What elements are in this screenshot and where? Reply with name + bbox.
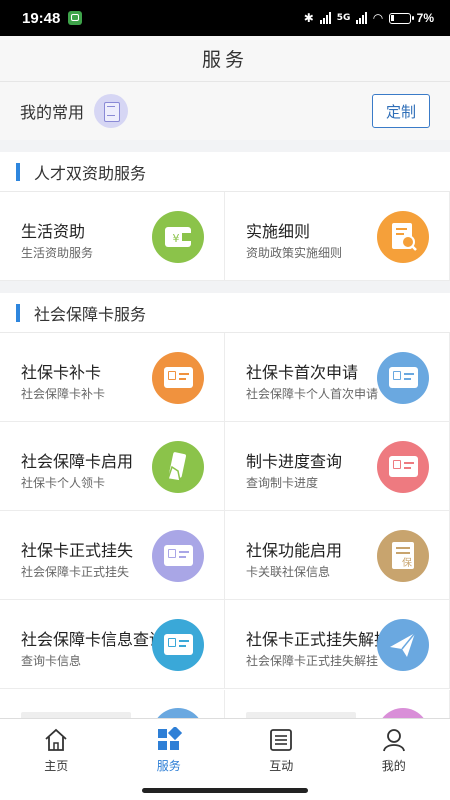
wallet-yen-icon: ¥ xyxy=(152,211,204,263)
wifi-icon: ◠ xyxy=(373,11,383,25)
home-icon xyxy=(43,727,69,753)
nav-label: 互动 xyxy=(269,759,294,773)
service-title: 社保功能启用 xyxy=(246,541,343,560)
card-hand-icon xyxy=(152,441,204,493)
svg-text:¥: ¥ xyxy=(173,232,180,245)
signal-icon-2 xyxy=(356,12,368,24)
card-progress-icon xyxy=(377,441,429,493)
service-subtitle: 生活资助服务 xyxy=(21,246,94,260)
nav-home[interactable]: 主页 xyxy=(0,719,113,782)
card-pen-icon xyxy=(377,352,429,404)
service-card-activate[interactable]: 社会保障卡启用 社保卡个人领卡 xyxy=(0,422,225,511)
card-phone-icon xyxy=(152,530,204,582)
status-time: 19:48 xyxy=(22,9,61,27)
section-title-talent: 人才双资助服务 xyxy=(0,152,450,192)
service-implementation-rules[interactable]: 实施细则 资助政策实施细则 xyxy=(225,192,450,281)
status-bar: 19:48 ✱ 5G ◠ 7% xyxy=(0,0,450,36)
service-card-reissue[interactable]: 社保卡补卡 社会保障卡补卡 xyxy=(0,333,225,422)
list-icon xyxy=(268,727,294,753)
status-icons: ✱ 5G ◠ 7% xyxy=(304,11,434,25)
section-title-text: 人才双资助服务 xyxy=(34,163,147,183)
service-card-info-query[interactable]: 社会保障卡信息查询 查询卡信息 xyxy=(0,600,225,689)
nav-services[interactable]: 服务 xyxy=(113,719,226,782)
section-title-text: 社会保障卡服务 xyxy=(34,304,147,324)
peek-icon xyxy=(377,708,429,718)
service-subtitle: 查询卡信息 xyxy=(21,654,82,668)
document-list-icon[interactable] xyxy=(94,94,129,128)
service-subtitle: 查询制卡进度 xyxy=(246,476,319,490)
service-card-unlock-loss[interactable]: 社保卡正式挂失解挂 社会保障卡正式挂失解挂 xyxy=(225,600,450,689)
card-lock-icon xyxy=(152,619,204,671)
page-title: 服务 xyxy=(201,49,248,71)
screen: 19:48 ✱ 5G ◠ 7% 服务 我的常用 定制 人才双资助服务 生活资助 … xyxy=(0,0,450,800)
talent-services-grid: 生活资助 生活资助服务 ¥ 实施细则 资助政策实施细则 xyxy=(0,192,450,281)
bluetooth-icon: ✱ xyxy=(303,11,314,25)
section-marker xyxy=(16,162,20,181)
signal-icon xyxy=(319,12,331,24)
id-card-icon xyxy=(152,352,204,404)
grid-icon xyxy=(156,725,182,753)
user-icon xyxy=(381,727,407,753)
service-title: 社保卡首次申请 xyxy=(246,363,359,382)
favorites-label: 我的常用 xyxy=(20,103,85,122)
nav-label: 主页 xyxy=(44,759,69,773)
nav-label: 我的 xyxy=(381,759,406,773)
service-living-subsidy[interactable]: 生活资助 生活资助服务 ¥ xyxy=(0,192,225,281)
app-header: 服务 xyxy=(0,36,450,82)
service-subtitle: 社保卡个人领卡 xyxy=(21,476,106,490)
bottom-navigation: 主页 服务 互动 我的 xyxy=(0,718,450,782)
service-card-progress[interactable]: 制卡进度查询 查询制卡进度 xyxy=(225,422,450,511)
service-subtitle: 社会保障卡正式挂失 xyxy=(21,565,130,579)
service-subtitle: 社会保障卡个人首次申请 xyxy=(246,387,379,401)
favorites-bar: 我的常用 定制 xyxy=(0,82,450,140)
peek-cell xyxy=(0,690,225,718)
service-subtitle: 社会保障卡补卡 xyxy=(21,387,106,401)
service-insurance-enable[interactable]: 社保功能启用 卡关联社保信息 保 xyxy=(225,511,450,600)
battery-icon xyxy=(388,12,414,24)
nav-label: 服务 xyxy=(156,759,181,773)
social-card-services-grid: 社保卡补卡 社会保障卡补卡 社保卡首次申请 社会保障卡个人首次申请 社会保障卡启… xyxy=(0,333,450,691)
section-title-social-card: 社会保障卡服务 xyxy=(0,293,450,333)
insurance-doc-icon: 保 xyxy=(377,530,429,582)
service-subtitle: 社会保障卡正式挂失解挂 xyxy=(246,654,379,668)
section-marker xyxy=(16,303,20,322)
next-row-peek xyxy=(0,690,450,718)
service-card-report-loss[interactable]: 社保卡正式挂失 社会保障卡正式挂失 xyxy=(0,511,225,600)
service-title: 社保卡补卡 xyxy=(21,363,102,382)
nav-profile[interactable]: 我的 xyxy=(338,719,450,782)
battery-percent: 7% xyxy=(416,11,434,25)
network-type-label: 5G xyxy=(336,13,351,23)
peek-icon xyxy=(152,708,204,718)
document-search-icon xyxy=(377,211,429,263)
service-subtitle: 卡关联社保信息 xyxy=(246,565,331,579)
service-title: 生活资助 xyxy=(21,222,86,241)
service-title: 社会保障卡启用 xyxy=(21,452,134,471)
customize-button[interactable]: 定制 xyxy=(372,94,430,128)
service-title: 社保卡正式挂失 xyxy=(21,541,134,560)
service-subtitle: 资助政策实施细则 xyxy=(246,246,343,260)
svg-text:保: 保 xyxy=(402,556,412,569)
message-notification-icon xyxy=(68,11,83,25)
service-title: 社会保障卡信息查询 xyxy=(21,630,166,649)
service-title: 社保卡正式挂失解挂 xyxy=(246,630,391,649)
peek-cell xyxy=(225,690,450,718)
paper-plane-icon xyxy=(377,619,429,671)
home-indicator[interactable] xyxy=(142,788,308,793)
service-title: 制卡进度查询 xyxy=(246,452,343,471)
nav-interaction[interactable]: 互动 xyxy=(225,719,338,782)
service-title: 实施细则 xyxy=(246,222,311,241)
service-card-first-apply[interactable]: 社保卡首次申请 社会保障卡个人首次申请 xyxy=(225,333,450,422)
